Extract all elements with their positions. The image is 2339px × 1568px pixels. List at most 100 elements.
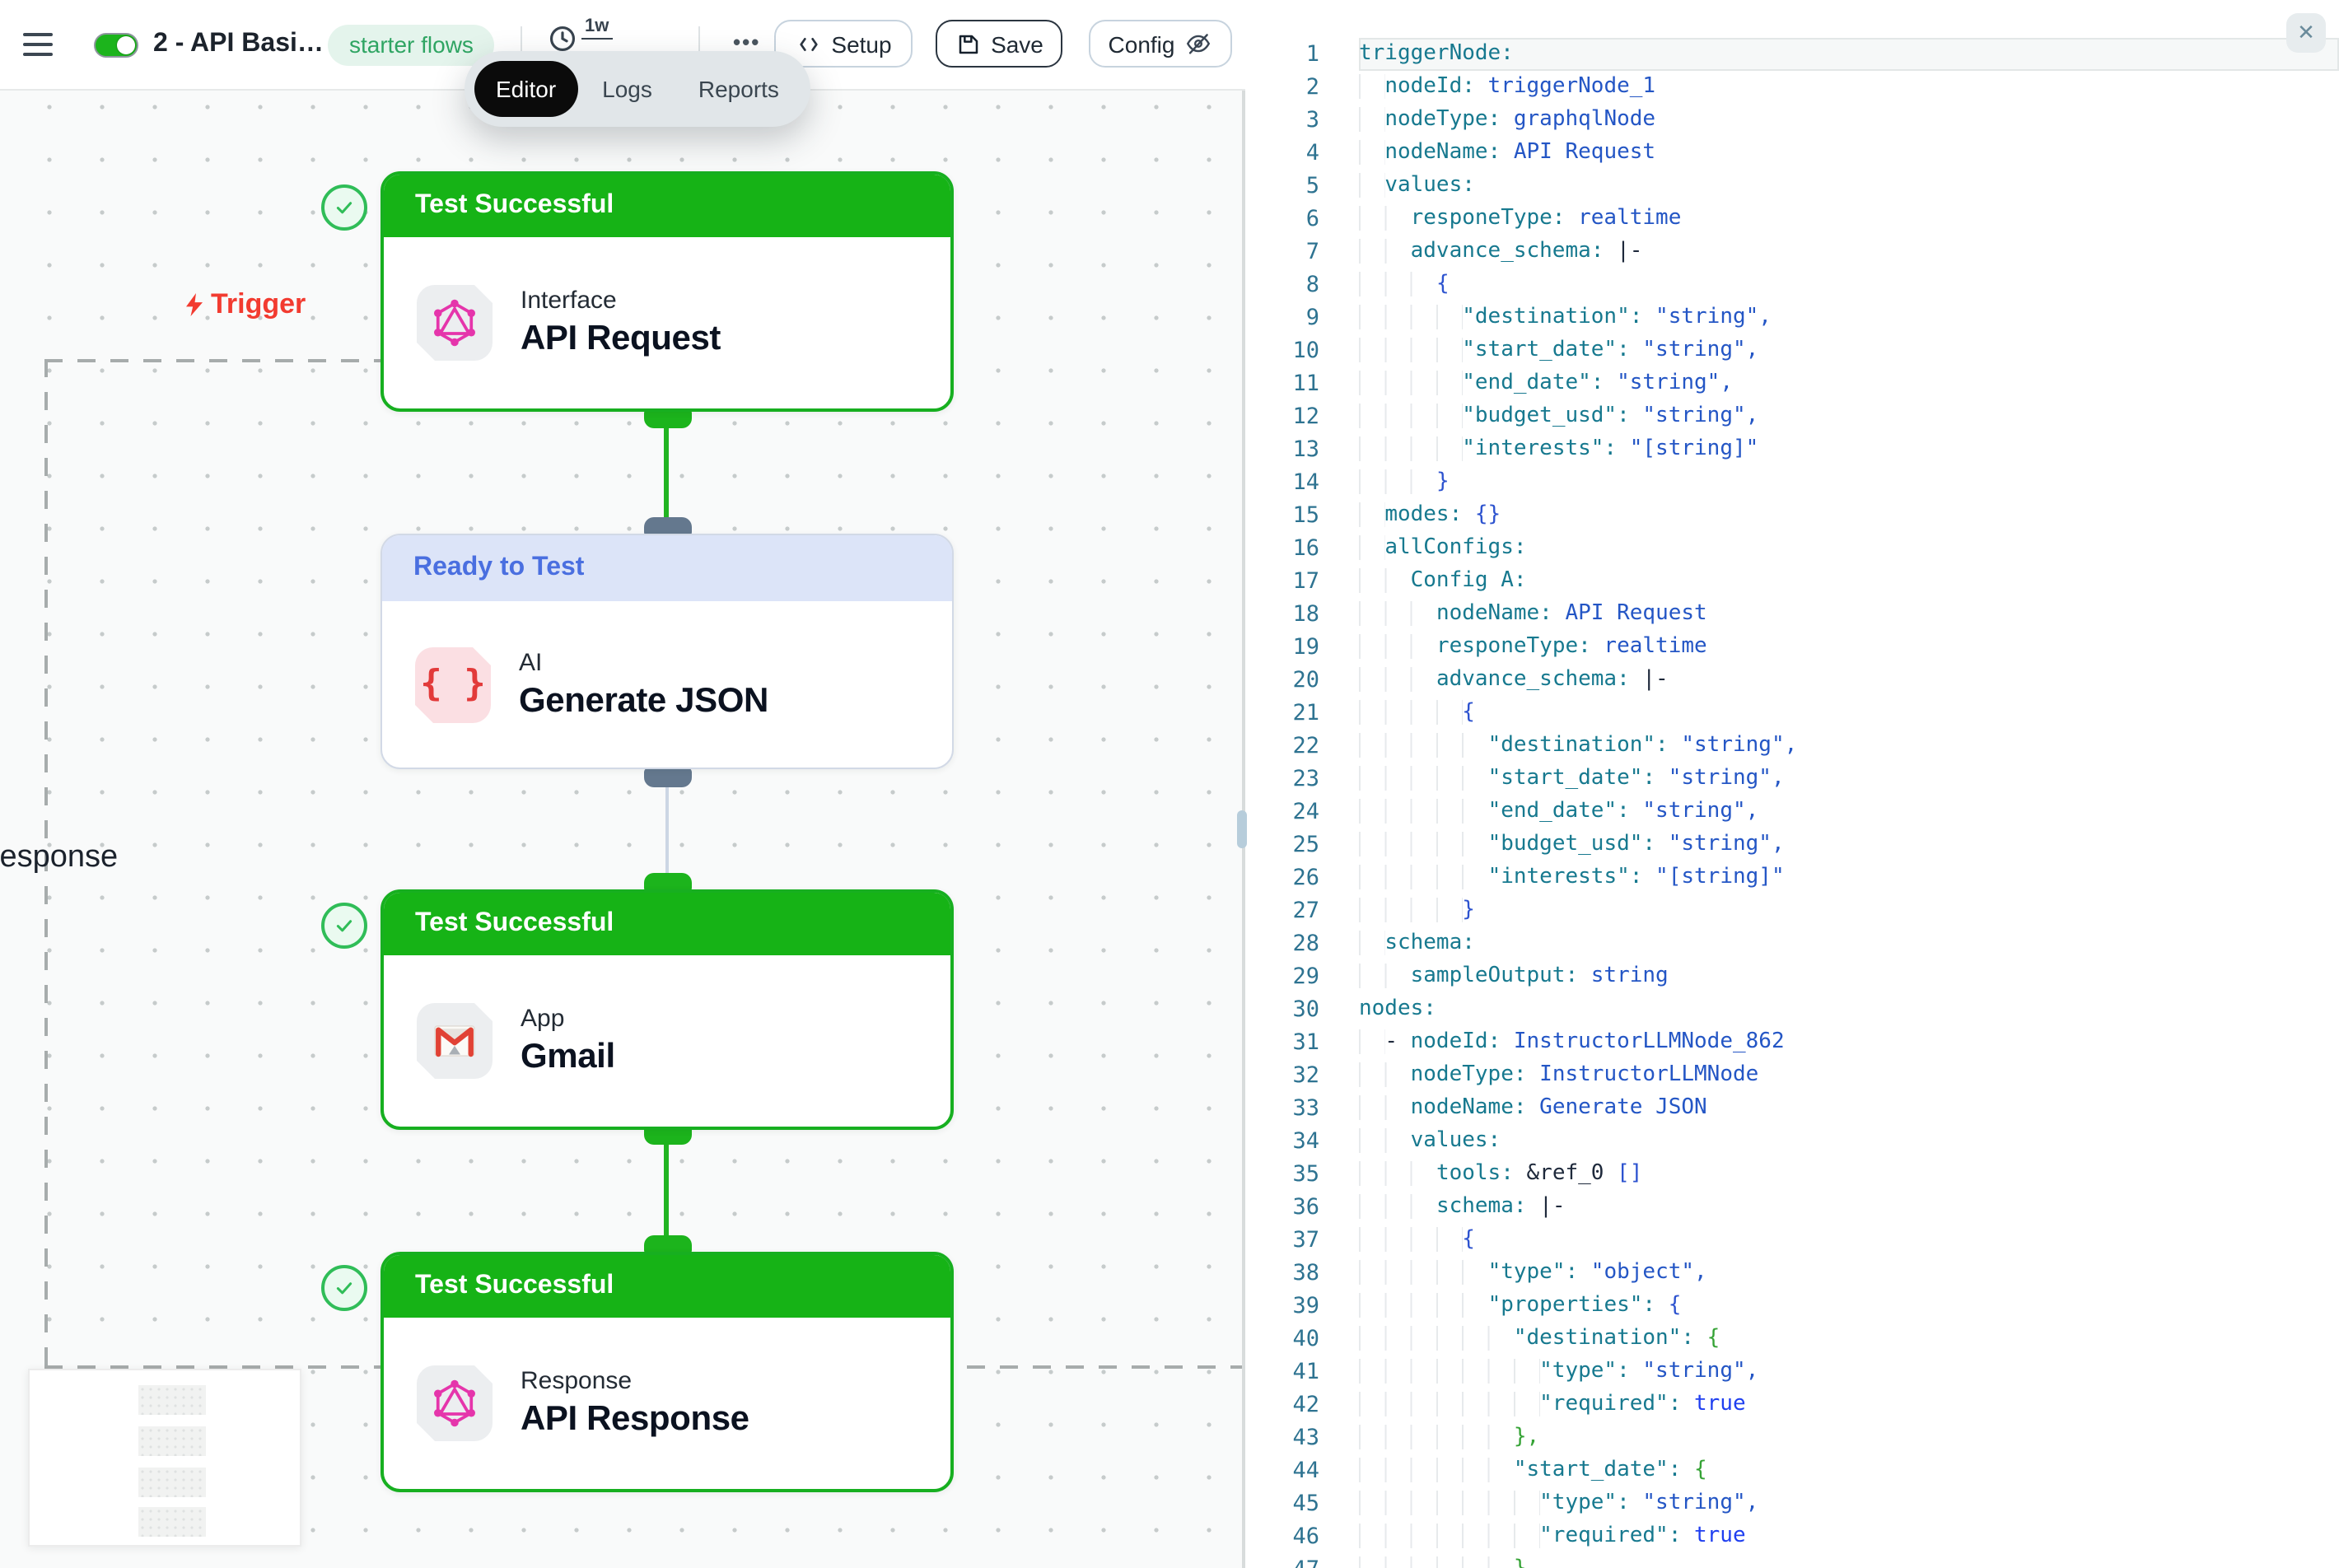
line-number: 33 [1254,1092,1319,1125]
line-number: 42 [1254,1388,1319,1421]
line-number: 17 [1254,565,1319,598]
line-number: 27 [1254,894,1319,927]
code-line[interactable]: 32 nodeType: InstructorLLMNode [1254,1059,2339,1092]
line-number: 22 [1254,730,1319,763]
line-number: 38 [1254,1257,1319,1290]
port-node2-output[interactable] [644,768,692,787]
code-line[interactable]: 42 "required": true [1254,1388,2339,1421]
code-line[interactable]: 43 }, [1254,1421,2339,1454]
node-status-badge: Test Successful [384,893,950,955]
code-line[interactable]: 14 } [1254,466,2339,499]
code-line[interactable]: 11 "end_date": "string", [1254,367,2339,400]
code-line[interactable]: 23 "start_date": "string", [1254,763,2339,796]
code-line[interactable]: 8 { [1254,268,2339,301]
code-line[interactable]: 47 }, [1254,1553,2339,1568]
code-line[interactable]: 24 "end_date": "string", [1254,796,2339,828]
lightning-bolt-icon [181,292,208,318]
flow-canvas[interactable]: Response Trigger [0,91,1245,1568]
code-line[interactable]: 9 "destination": "string", [1254,301,2339,334]
edge-label-response: Response [0,840,118,876]
close-icon[interactable]: ✕ [2286,13,2326,53]
tab-reports[interactable]: Reports [677,61,801,117]
node-generate-json[interactable]: Ready to Test { } AI Generate JSON [380,534,954,769]
line-number: 1 [1254,38,1319,71]
code-line[interactable]: 39 "properties": { [1254,1290,2339,1323]
code-line[interactable]: 19 responeType: realtime [1254,631,2339,664]
code-line[interactable]: 12 "budget_usd": "string", [1254,400,2339,433]
line-number: 8 [1254,268,1319,301]
code-line[interactable]: 26 "interests": "[string]" [1254,861,2339,894]
code-line[interactable]: 31 - nodeId: InstructorLLMNode_862 [1254,1026,2339,1059]
code-line[interactable]: 41 "type": "string", [1254,1356,2339,1388]
code-line[interactable]: 13 "interests": "[string]" [1254,433,2339,466]
code-line[interactable]: 21 { [1254,697,2339,730]
flow-enabled-toggle[interactable] [94,33,138,58]
tab-editor[interactable]: Editor [474,61,577,117]
version-history-button[interactable]: 1w [547,23,612,54]
line-number: 28 [1254,927,1319,960]
flow-title[interactable]: 2 - API Basi… [153,30,318,59]
trigger-text: Trigger [211,288,306,321]
code-line[interactable]: 16 allConfigs: [1254,532,2339,565]
code-line[interactable]: 22 "destination": "string", [1254,730,2339,763]
tab-logs[interactable]: Logs [581,61,674,117]
line-number: 20 [1254,664,1319,697]
menu-icon[interactable] [23,33,53,56]
node-gmail[interactable]: Test Successful App Gmail [380,889,954,1130]
code-line[interactable]: 25 "budget_usd": "string", [1254,828,2339,861]
code-line[interactable]: 4 nodeName: API Request [1254,137,2339,170]
code-line[interactable]: 27 } [1254,894,2339,927]
code-line[interactable]: 33 nodeName: Generate JSON [1254,1092,2339,1125]
code-line[interactable]: 35 tools: &ref_0 [] [1254,1158,2339,1191]
line-number: 39 [1254,1290,1319,1323]
code-line[interactable]: 5 values: [1254,170,2339,203]
code-line[interactable]: 18 nodeName: API Request [1254,598,2339,631]
gmail-icon [417,1003,493,1079]
line-number: 11 [1254,367,1319,400]
code-line[interactable]: 3 nodeType: graphqlNode [1254,104,2339,137]
code-editor[interactable]: 1triggerNode:2 nodeId: triggerNode_13 no… [1245,0,2339,1568]
line-number: 13 [1254,433,1319,466]
code-line[interactable]: 37 { [1254,1224,2339,1257]
code-line[interactable]: 44 "start_date": { [1254,1454,2339,1487]
line-number: 35 [1254,1158,1319,1191]
code-line[interactable]: 28 schema: [1254,927,2339,960]
code-line[interactable]: 1triggerNode: [1254,38,2339,71]
save-button[interactable]: Save [936,20,1062,68]
code-line[interactable]: 38 "type": "object", [1254,1257,2339,1290]
node-api-response[interactable]: Test Successful Response API Response [380,1252,954,1492]
code-line[interactable]: 36 schema: |- [1254,1191,2339,1224]
eye-off-icon [1184,30,1212,58]
code-lines: 1triggerNode:2 nodeId: triggerNode_13 no… [1254,38,2339,1568]
code-line[interactable]: 6 responeType: realtime [1254,203,2339,236]
code-line[interactable]: 45 "type": "string", [1254,1487,2339,1520]
line-number: 40 [1254,1323,1319,1356]
code-line[interactable]: 29 sampleOutput: string [1254,960,2339,993]
line-number: 2 [1254,71,1319,104]
line-number: 7 [1254,236,1319,268]
save-floppy-icon [955,30,981,57]
node-api-request[interactable]: Test Successful Interface API Request [380,171,954,412]
view-tab-bar: Editor Logs Reports [465,51,810,127]
code-line[interactable]: 30nodes: [1254,993,2339,1026]
code-line[interactable]: 15 modes: {} [1254,499,2339,532]
line-number: 21 [1254,697,1319,730]
setup-label: Setup [831,30,891,57]
line-number: 44 [1254,1454,1319,1487]
code-line[interactable]: 40 "destination": { [1254,1323,2339,1356]
code-line[interactable]: 46 "required": true [1254,1520,2339,1553]
code-line[interactable]: 34 values: [1254,1125,2339,1158]
code-line[interactable]: 7 advance_schema: |- [1254,236,2339,268]
line-number: 10 [1254,334,1319,367]
code-line[interactable]: 20 advance_schema: |- [1254,664,2339,697]
code-line[interactable]: 10 "start_date": "string", [1254,334,2339,367]
code-line[interactable]: 17 Config A: [1254,565,2339,598]
minimap-node [138,1507,206,1537]
config-button[interactable]: Config [1089,20,1232,68]
config-label: Config [1109,30,1175,57]
node-title: API Response [521,1400,749,1440]
panel-scrollbar-handle[interactable] [1237,810,1247,848]
line-number: 29 [1254,960,1319,993]
code-line[interactable]: 2 nodeId: triggerNode_1 [1254,71,2339,104]
minimap[interactable] [28,1369,301,1547]
